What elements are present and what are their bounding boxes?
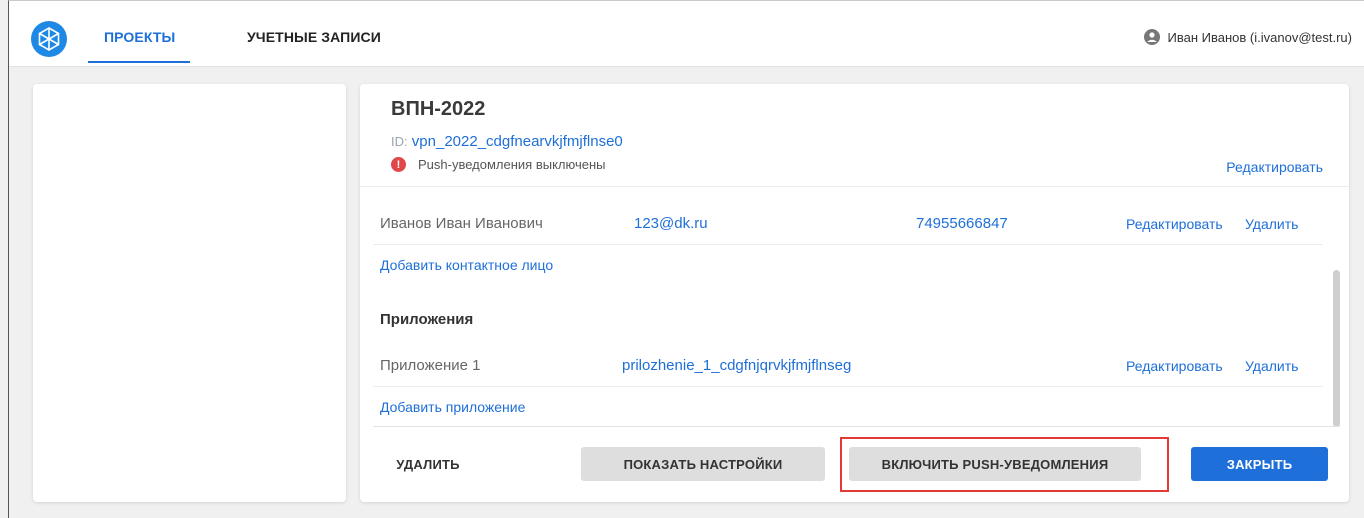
contact-row-divider <box>373 244 1323 245</box>
header-divider <box>360 186 1349 187</box>
contact-email[interactable]: 123@dk.ru <box>634 215 708 232</box>
project-title: ВПН-2022 <box>391 98 486 120</box>
tab-projects[interactable]: ПРОЕКТЫ <box>104 29 175 45</box>
projects-list-panel <box>33 84 346 502</box>
user-name-label: Иван Иванов (i.ivanov@test.ru) <box>1167 29 1352 45</box>
app-logo-icon[interactable] <box>31 21 67 57</box>
project-id-label: ID: <box>391 134 408 149</box>
add-contact-link[interactable]: Добавить контактное лицо <box>380 257 553 273</box>
contact-name: Иванов Иван Иванович <box>380 215 543 232</box>
apps-section-title: Приложения <box>380 311 474 328</box>
project-id-value: vpn_2022_cdgfnearvkjfmjflnse0 <box>411 133 623 150</box>
footer-divider <box>373 426 1340 427</box>
edit-app-link[interactable]: Редактировать <box>1126 358 1223 374</box>
delete-contact-link[interactable]: Удалить <box>1245 216 1298 232</box>
edit-project-link[interactable]: Редактировать <box>1226 159 1323 175</box>
enable-push-button[interactable]: ВКЛЮЧИТЬ PUSH-УВЕДОМЛЕНИЯ <box>849 447 1141 481</box>
push-status-text: Push-уведомления выключены <box>418 157 606 172</box>
warning-icon: ! <box>391 157 406 172</box>
delete-app-link[interactable]: Удалить <box>1245 358 1298 374</box>
project-id: ID: vpn_2022_cdgfnearvkjfmjflnse0 <box>391 133 623 150</box>
user-menu[interactable]: Иван Иванов (i.ivanov@test.ru) <box>1143 29 1352 45</box>
scrollbar-thumb[interactable] <box>1333 270 1340 427</box>
delete-project-button[interactable]: УДАЛИТЬ <box>380 447 476 481</box>
edit-contact-link[interactable]: Редактировать <box>1126 216 1223 232</box>
contact-phone[interactable]: 74955666847 <box>916 215 1008 232</box>
active-tab-indicator <box>88 61 190 63</box>
project-details-card: ВПН-2022 ID: vpn_2022_cdgfnearvkjfmjflns… <box>360 84 1349 502</box>
top-navigation-bar: ПРОЕКТЫ УЧЕТНЫЕ ЗАПИСИ Иван Иванов (i.iv… <box>9 1 1364 67</box>
app-name: Приложение 1 <box>380 357 481 374</box>
push-status: ! Push-уведомления выключены <box>391 157 605 172</box>
add-app-link[interactable]: Добавить приложение <box>380 399 525 415</box>
close-button[interactable]: ЗАКРЫТЬ <box>1191 447 1328 481</box>
user-avatar-icon <box>1143 29 1160 45</box>
app-id[interactable]: prilozhenie_1_cdgfnjqrvkjfmjflnseg <box>622 357 851 374</box>
app-row-divider <box>373 386 1323 387</box>
tab-accounts[interactable]: УЧЕТНЫЕ ЗАПИСИ <box>247 29 381 45</box>
show-settings-button[interactable]: ПОКАЗАТЬ НАСТРОЙКИ <box>581 447 825 481</box>
